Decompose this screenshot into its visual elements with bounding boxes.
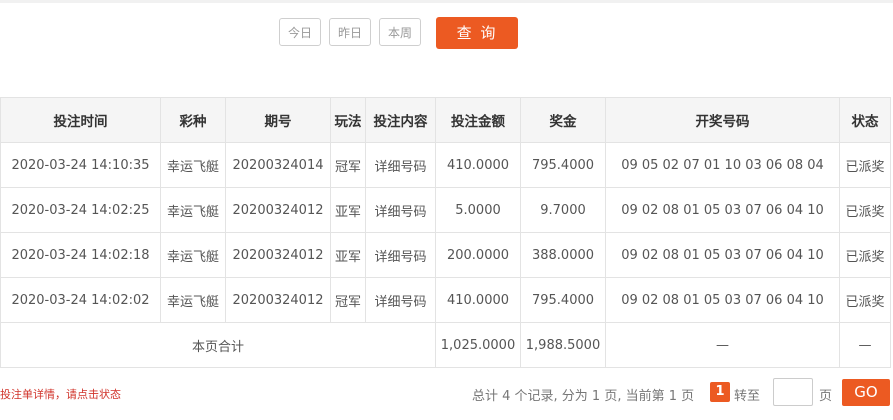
play-type: 亚军 — [330, 187, 366, 233]
bet-amount: 5.0000 — [435, 187, 521, 233]
query-button[interactable]: 查 询 — [436, 17, 518, 49]
this-week-button[interactable]: 本周 — [379, 18, 421, 46]
current-page-button[interactable]: 1 — [710, 382, 730, 402]
lottery-name: 幸运飞艇 — [160, 142, 226, 188]
lottery-name: 幸运飞艇 — [160, 187, 226, 233]
bet-amount: 200.0000 — [435, 232, 521, 278]
header-issue: 期号 — [225, 97, 331, 143]
draw-numbers: 09 02 08 01 05 03 07 06 04 10 — [605, 232, 840, 278]
detail-hint-note: 投注单详情，请点击状态 — [0, 388, 121, 401]
issue-number: 20200324012 — [225, 277, 331, 323]
header-prize: 奖金 — [520, 97, 606, 143]
summary-prize: 1,988.5000 — [520, 322, 606, 368]
table-row: 2020-03-24 14:02:18 幸运飞艇 20200324012 亚军 … — [0, 232, 891, 278]
yesterday-button[interactable]: 昨日 — [329, 18, 371, 46]
draw-numbers: 09 02 08 01 05 03 07 06 04 10 — [605, 277, 840, 323]
goto-page-input[interactable] — [773, 378, 813, 406]
header-status: 状态 — [839, 97, 891, 143]
bet-amount: 410.0000 — [435, 142, 521, 188]
header-draw-numbers: 开奖号码 — [605, 97, 840, 143]
summary-numbers: — — [605, 322, 840, 368]
summary-label: 本页合计 — [0, 322, 436, 368]
prize-amount: 795.4000 — [520, 277, 606, 323]
summary-amount: 1,025.0000 — [435, 322, 521, 368]
draw-numbers: 09 05 02 07 01 10 03 06 08 04 — [605, 142, 840, 188]
header-amount: 投注金额 — [435, 97, 521, 143]
issue-number: 20200324012 — [225, 187, 331, 233]
summary-status: — — [839, 322, 891, 368]
prize-amount: 795.4000 — [520, 142, 606, 188]
table-row: 2020-03-24 14:02:02 幸运飞艇 20200324012 冠军 … — [0, 277, 891, 323]
play-type: 冠军 — [330, 142, 366, 188]
header-play: 玩法 — [330, 97, 366, 143]
detail-numbers-link[interactable]: 详细号码 — [365, 187, 436, 233]
goto-label: 转至 — [734, 389, 761, 404]
prize-amount: 388.0000 — [520, 232, 606, 278]
lottery-name: 幸运飞艇 — [160, 232, 226, 278]
today-button[interactable]: 今日 — [279, 18, 321, 46]
issue-number: 20200324014 — [225, 142, 331, 188]
issue-number: 20200324012 — [225, 232, 331, 278]
prize-amount: 9.7000 — [520, 187, 606, 233]
detail-numbers-link[interactable]: 详细号码 — [365, 277, 436, 323]
bet-time: 2020-03-24 14:02:25 — [0, 187, 161, 233]
top-divider — [0, 0, 893, 3]
detail-numbers-link[interactable]: 详细号码 — [365, 142, 436, 188]
status-link[interactable]: 已派奖 — [839, 142, 891, 188]
detail-numbers-link[interactable]: 详细号码 — [365, 232, 436, 278]
header-bet-time: 投注时间 — [0, 97, 161, 143]
pagination-info: 总计 4 个记录, 分为 1 页, 当前第 1 页 — [472, 389, 695, 404]
table-header-row: 投注时间 彩种 期号 玩法 投注内容 投注金额 奖金 开奖号码 状态 — [0, 97, 891, 143]
header-content: 投注内容 — [365, 97, 436, 143]
bet-time: 2020-03-24 14:02:18 — [0, 232, 161, 278]
status-link[interactable]: 已派奖 — [839, 232, 891, 278]
summary-row: 本页合计 1,025.0000 1,988.5000 — — — [0, 322, 891, 368]
bet-time: 2020-03-24 14:02:02 — [0, 277, 161, 323]
bet-time: 2020-03-24 14:10:35 — [0, 142, 161, 188]
table-row: 2020-03-24 14:10:35 幸运飞艇 20200324014 冠军 … — [0, 142, 891, 188]
bet-amount: 410.0000 — [435, 277, 521, 323]
play-type: 冠军 — [330, 277, 366, 323]
status-link[interactable]: 已派奖 — [839, 277, 891, 323]
play-type: 亚军 — [330, 232, 366, 278]
table-row: 2020-03-24 14:02:25 幸运飞艇 20200324012 亚军 … — [0, 187, 891, 233]
bet-records-table: 投注时间 彩种 期号 玩法 投注内容 投注金额 奖金 开奖号码 状态 2020-… — [0, 97, 891, 368]
page-unit-label: 页 — [819, 389, 833, 404]
header-lottery: 彩种 — [160, 97, 226, 143]
draw-numbers: 09 02 08 01 05 03 07 06 04 10 — [605, 187, 840, 233]
status-link[interactable]: 已派奖 — [839, 187, 891, 233]
go-button[interactable]: GO — [842, 379, 890, 406]
lottery-name: 幸运飞艇 — [160, 277, 226, 323]
